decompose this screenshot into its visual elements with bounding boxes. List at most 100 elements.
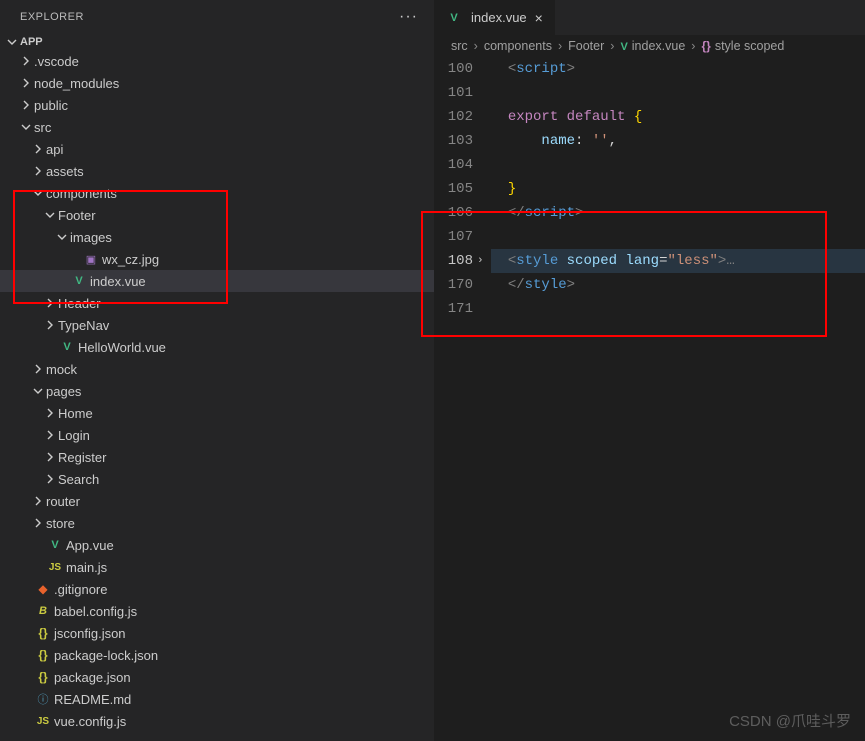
breadcrumb-segment[interactable]: Vindex.vue	[620, 39, 685, 53]
tree-item-store[interactable]: store	[0, 512, 434, 534]
chevron-down-icon	[54, 232, 70, 242]
line-number: 100	[435, 57, 473, 81]
line-number: 170	[435, 273, 473, 297]
tree-item-src[interactable]: src	[0, 116, 434, 138]
tree-item-typenav[interactable]: TypeNav	[0, 314, 434, 336]
file-tree: .vscode node_modulespublicsrcapi assets com…	[0, 50, 434, 741]
tab-label: index.vue	[471, 10, 527, 25]
chevron-right-icon	[30, 518, 46, 528]
tree-item-index-vue[interactable]: Vindex.vue	[0, 270, 434, 292]
line-number: 101	[435, 81, 473, 105]
workspace-section-header[interactable]: APP	[0, 34, 434, 50]
code-editor[interactable]: 100101102103104105106107108170171 <scrip…	[435, 57, 865, 741]
info-icon: ⓘ	[34, 691, 52, 707]
line-number: 107	[435, 225, 473, 249]
code-line[interactable]: }	[491, 177, 865, 201]
tree-item-assets[interactable]: assets	[0, 160, 434, 182]
code-line[interactable]: › <style scoped lang="less">…	[491, 249, 865, 273]
tree-item-package-json[interactable]: {}package.json	[0, 666, 434, 688]
chevron-right-icon: ›	[558, 39, 562, 53]
breadcrumb-segment[interactable]: Footer	[568, 39, 604, 53]
line-number: 105	[435, 177, 473, 201]
tree-item-babel-config-js[interactable]: Bbabel.config.js	[0, 600, 434, 622]
tree-item-readme-md[interactable]: ⓘREADME.md	[0, 688, 434, 710]
tree-item-label: assets	[46, 164, 84, 179]
js-icon: JS	[46, 562, 64, 573]
chevron-right-icon	[18, 78, 34, 88]
breadcrumb-segment[interactable]: {}style scoped	[701, 39, 784, 53]
chevron-right-icon	[18, 100, 34, 110]
code-line[interactable]	[491, 81, 865, 105]
tree-item-register[interactable]: Register	[0, 446, 434, 468]
code-line[interactable]	[491, 225, 865, 249]
chevron-right-icon	[30, 144, 46, 154]
code-line[interactable]	[491, 153, 865, 177]
tree-item--vscode[interactable]: .vscode	[0, 50, 434, 72]
line-number: 171	[435, 297, 473, 321]
tree-item-home[interactable]: Home	[0, 402, 434, 424]
vue-icon: V	[70, 275, 88, 287]
tree-item-label: components	[46, 186, 117, 201]
tree-item-node-modules[interactable]: node_modules	[0, 72, 434, 94]
code-line[interactable]: <script>	[491, 57, 865, 81]
tab-index-vue[interactable]: V index.vue ×	[435, 0, 556, 35]
tree-item-main-js[interactable]: JSmain.js	[0, 556, 434, 578]
tree-item-package-lock-json[interactable]: {}package-lock.json	[0, 644, 434, 666]
breadcrumb-segment[interactable]: components	[484, 39, 552, 53]
tree-item-vue-config-js[interactable]: JSvue.config.js	[0, 710, 434, 732]
tree-item-mock[interactable]: mock	[0, 358, 434, 380]
chevron-right-icon	[42, 298, 58, 308]
image-icon: ▣	[82, 253, 100, 266]
tree-item-search[interactable]: Search	[0, 468, 434, 490]
git-icon: ◆	[34, 582, 52, 596]
tree-item-label: Home	[58, 406, 93, 421]
close-icon[interactable]: ×	[533, 10, 545, 26]
tree-item-header[interactable]: Header	[0, 292, 434, 314]
json-icon: {}	[34, 648, 52, 662]
chevron-right-icon	[42, 408, 58, 418]
line-number: 103	[435, 129, 473, 153]
tree-item-label: store	[46, 516, 75, 531]
tree-item--gitignore[interactable]: ◆.gitignore	[0, 578, 434, 600]
json-icon: {}	[34, 670, 52, 684]
code-line[interactable]: name: '',	[491, 129, 865, 153]
tree-item-router[interactable]: router	[0, 490, 434, 512]
code-line[interactable]: export default {	[491, 105, 865, 129]
tree-item-app-vue[interactable]: VApp.vue	[0, 534, 434, 556]
code-line[interactable]: </style>	[491, 273, 865, 297]
tree-item-label: README.md	[54, 692, 131, 707]
tree-item-label: jsconfig.json	[54, 626, 126, 641]
tree-item-wx-cz-jpg[interactable]: ▣wx_cz.jpg	[0, 248, 434, 270]
more-actions-icon[interactable]: ···	[399, 8, 418, 26]
breadcrumb[interactable]: src›components›Footer›Vindex.vue›{}style…	[435, 35, 865, 57]
tree-item-login[interactable]: Login	[0, 424, 434, 446]
chevron-right-icon	[42, 452, 58, 462]
tree-item-components[interactable]: components	[0, 182, 434, 204]
tree-item-pages[interactable]: pages	[0, 380, 434, 402]
tree-item-label: vue.config.js	[54, 714, 126, 729]
tree-item-api[interactable]: api	[0, 138, 434, 160]
tree-item-label: App.vue	[66, 538, 114, 553]
code-line[interactable]	[491, 297, 865, 321]
tree-item-label: Header	[58, 296, 101, 311]
tree-item-helloworld-vue[interactable]: VHelloWorld.vue	[0, 336, 434, 358]
code-body[interactable]: <script> export default { name: '', } </…	[491, 57, 865, 741]
breadcrumb-segment[interactable]: src	[451, 39, 468, 53]
tree-item-public[interactable]: public	[0, 94, 434, 116]
chevron-right-icon	[18, 56, 34, 66]
code-line[interactable]: </script>	[491, 201, 865, 225]
tree-item-label: mock	[46, 362, 77, 377]
line-number: 106	[435, 201, 473, 225]
tree-item-label: .vscode	[34, 54, 79, 69]
fold-icon[interactable]: ›	[477, 249, 484, 273]
chevron-right-icon	[42, 430, 58, 440]
chevron-right-icon: ›	[610, 39, 614, 53]
chevron-right-icon	[30, 496, 46, 506]
chevron-right-icon: ›	[474, 39, 478, 53]
tree-item-footer[interactable]: Footer	[0, 204, 434, 226]
tree-item-images[interactable]: images	[0, 226, 434, 248]
babel-icon: B	[34, 605, 52, 617]
line-number: 108	[435, 249, 473, 273]
explorer-header: EXPLORER ···	[0, 0, 434, 34]
tree-item-jsconfig-json[interactable]: {}jsconfig.json	[0, 622, 434, 644]
